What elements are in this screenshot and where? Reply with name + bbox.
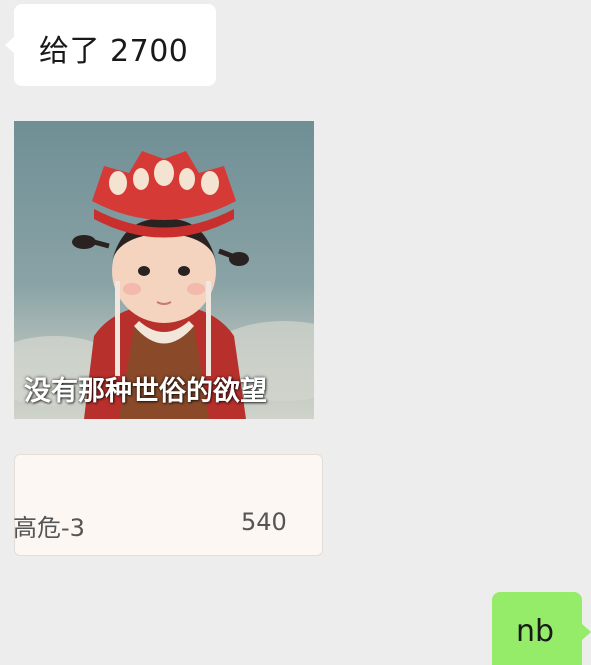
outgoing-message-text: nb [516,614,555,649]
incoming-message-bubble[interactable]: 给了 2700 [5,4,216,86]
sticker-caption: 没有那种世俗的欲望 [24,376,267,407]
sticker-image[interactable]: 没有那种世俗的欲望 [14,121,314,419]
outgoing-message-bubble[interactable]: nb [492,592,591,665]
incoming-message-text: 给了 2700 [39,34,189,69]
card-value: 540 [241,508,287,536]
message-card[interactable]: 高危-3 540 [13,454,323,556]
card-label: 高危-3 [13,514,85,542]
